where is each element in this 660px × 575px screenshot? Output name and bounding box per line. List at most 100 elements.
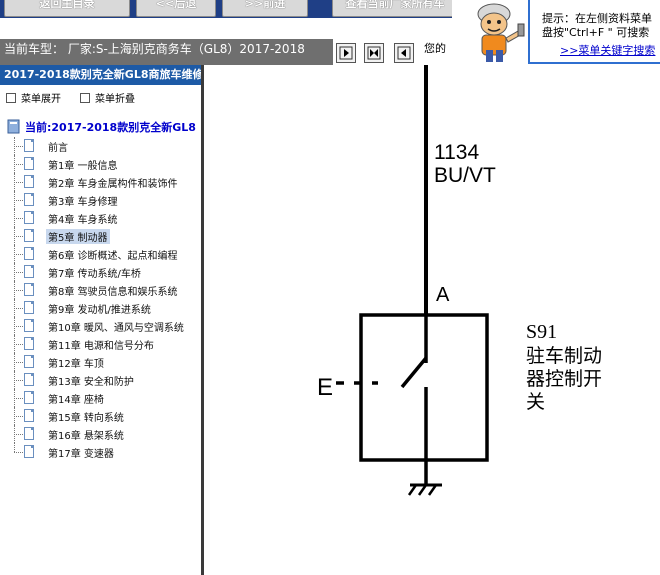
back-button[interactable]: <<后退	[136, 0, 216, 17]
next-page-button[interactable]	[394, 43, 414, 63]
tree-item[interactable]: 第7章 传动系统/车桥	[0, 263, 201, 281]
document-icon	[24, 445, 34, 458]
document-icon	[24, 157, 34, 170]
tree-item-label: 第8章 驾驶员信息和娱乐系统	[48, 287, 178, 298]
menu-actions: 菜单展开 菜单折叠	[0, 85, 201, 107]
tree-connector-line	[14, 362, 23, 363]
book-icon	[7, 119, 20, 134]
chapter-list: 前言第1章 一般信息第2章 车身金属构件和装饰件 第3章 车身修理 第4章 车身系统…	[0, 137, 201, 461]
mechanic-mascot-icon	[456, 0, 534, 62]
component-name-line-1: 驻车制动	[526, 345, 602, 367]
tree-item[interactable]: 第5章 制动器	[0, 227, 201, 245]
double-arrow-icon	[367, 46, 381, 60]
document-icon	[24, 427, 34, 440]
document-icon	[24, 391, 34, 404]
document-icon	[24, 355, 34, 368]
tree-item-label: 第13章 安全和防护	[48, 377, 134, 388]
tree-connector-line	[14, 164, 23, 165]
switch-housing	[359, 313, 489, 462]
tree-item[interactable]: 第8章 驾驶员信息和娱乐系统	[0, 281, 201, 299]
tree-connector-line	[14, 254, 23, 255]
toolbar: 返回主目录 <<后退 >>前进 查看当前厂家所有车	[0, 0, 452, 18]
tree-item-label: 第9章 发动机/推进系统	[48, 305, 151, 316]
document-icon	[24, 175, 34, 188]
tree-root[interactable]: 当前:2017-2018款别克全新GL8	[0, 117, 201, 137]
tree-connector-line	[14, 308, 23, 309]
tree-item[interactable]: 第15章 转向系统	[0, 407, 201, 425]
current-model-text: 当前车型： 厂家:S-上海别克商务车（GL8）2017-2018	[4, 42, 305, 56]
pin-label: A	[436, 284, 450, 306]
tree-item-label: 第1章 一般信息	[48, 161, 118, 172]
tree-item[interactable]: 第12章 车顶	[0, 353, 201, 371]
tree-connector-line	[14, 290, 23, 291]
document-icon	[24, 337, 34, 350]
tree-item-label: 第6章 诊断概述、起点和编程	[48, 251, 178, 262]
wiring-diagram: 1134 BU/VT A E S91 驻车制动 器控制开 关	[204, 65, 660, 575]
collapse-menu-label: 菜单折叠	[95, 94, 135, 105]
tree-item[interactable]: 第14章 座椅	[0, 389, 201, 407]
document-icon	[24, 319, 34, 332]
view-all-models-button[interactable]: 查看当前厂家所有车	[332, 0, 452, 17]
collapse-menu-button[interactable]: 菜单折叠	[80, 90, 135, 105]
tree-item[interactable]: 第16章 悬架系统	[0, 425, 201, 443]
component-name-line-3: 关	[526, 391, 545, 413]
input-label: E	[317, 374, 333, 401]
forward-button[interactable]: >>前进	[222, 0, 308, 17]
tree-item-label: 第2章 车身金属构件和装饰件	[48, 179, 178, 190]
tree-item[interactable]: 前言	[0, 137, 201, 155]
tree-item[interactable]: 第9章 发动机/推进系统	[0, 299, 201, 317]
document-icon	[24, 265, 34, 278]
tree-connector-line	[14, 443, 15, 452]
right-tab-label: 您的	[424, 42, 446, 55]
panel-title: 2017-2018款别克全新GL8商旅车维修	[0, 65, 201, 85]
document-icon	[24, 283, 34, 296]
tree-item[interactable]: 第10章 暖风、通风与空调系统	[0, 317, 201, 335]
document-icon	[24, 193, 34, 206]
tree-item[interactable]: 第6章 诊断概述、起点和编程	[0, 245, 201, 263]
tree-item-label: 第7章 传动系统/车桥	[48, 269, 141, 280]
tree-item[interactable]: 第4章 车身系统	[0, 209, 201, 227]
tree-connector-line	[14, 236, 23, 237]
fit-view-button[interactable]	[364, 43, 384, 63]
tree-item-label: 第17章 变速器	[48, 449, 114, 460]
play-left-icon	[397, 46, 411, 60]
tree-connector-line	[14, 380, 23, 381]
tree-connector-line	[14, 344, 23, 345]
tree-connector-line	[14, 452, 23, 453]
tree-item[interactable]: 第11章 电源和信号分布	[0, 335, 201, 353]
menu-keyword-search-link[interactable]: >>菜单关键字搜索	[560, 42, 655, 58]
component-name-line-2: 器控制开	[526, 368, 602, 390]
tree-connector-line	[14, 182, 23, 183]
wire-color-label: BU/VT	[434, 164, 496, 187]
chapter-tree-panel: 2017-2018款别克全新GL8商旅车维修 菜单展开 菜单折叠 当前:2017…	[0, 65, 204, 575]
switch-blade	[400, 356, 428, 389]
tree-connector-line	[14, 200, 23, 201]
component-id-label: S91	[526, 321, 557, 343]
tree-item[interactable]: 第2章 车身金属构件和装饰件	[0, 173, 201, 191]
document-icon	[24, 301, 34, 314]
back-to-main-menu-button[interactable]: 返回主目录	[4, 0, 130, 17]
hint-text-line-2: 盘按"Ctrl+F " 可搜索	[542, 26, 650, 39]
tree-item[interactable]: 第17章 变速器	[0, 443, 201, 461]
tree-item[interactable]: 第3章 车身修理	[0, 191, 201, 209]
tree-item[interactable]: 第1章 一般信息	[0, 155, 201, 173]
document-icon	[24, 139, 34, 152]
tree-item-label: 第11章 电源和信号分布	[48, 341, 154, 352]
tree-connector-line	[14, 398, 23, 399]
play-right-icon	[339, 46, 353, 60]
expand-menu-button[interactable]: 菜单展开	[6, 90, 61, 105]
tree-connector-line	[14, 146, 23, 147]
tree-connector-line	[14, 272, 23, 273]
collapse-box-icon	[80, 93, 90, 103]
tree-item-label: 第3章 车身修理	[48, 197, 118, 208]
tree-root-label: 当前:2017-2018款别克全新GL8	[25, 121, 196, 134]
document-icon	[24, 247, 34, 260]
tree-item-label: 第10章 暖风、通风与空调系统	[48, 323, 184, 334]
document-icon	[24, 211, 34, 224]
tree-item-label: 第4章 车身系统	[48, 215, 118, 226]
tree-connector-line	[14, 416, 23, 417]
tree-item-label: 第14章 座椅	[48, 395, 104, 406]
tree-item[interactable]: 第13章 安全和防护	[0, 371, 201, 389]
tree-item-label: 前言	[48, 143, 68, 154]
prev-page-button[interactable]	[336, 43, 356, 63]
